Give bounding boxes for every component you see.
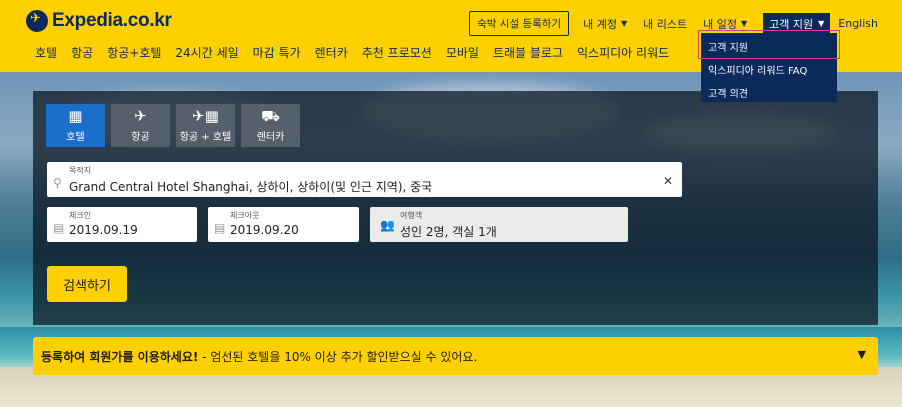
tab-label: 항공 (131, 131, 150, 143)
destination-input[interactable]: Grand Central Hotel Shanghai, 상하이, 상하이(및… (69, 178, 432, 195)
tab-label: 항공 + 호텔 (179, 131, 232, 143)
map-pin-icon: ⚲ (53, 176, 62, 190)
nav-item-mobile[interactable]: 모바일 (446, 44, 479, 61)
customer-support-label: 고객 지원 (769, 17, 814, 31)
nav-item-last-minute[interactable]: 마감 특가 (253, 44, 301, 61)
tab-flight-hotel[interactable]: ✈▦ 항공 + 호텔 (176, 104, 235, 147)
checkin-field[interactable]: ▤ 체크인 2019.09.19 (47, 207, 197, 242)
tab-label: 렌터카 (256, 131, 285, 143)
chevron-down-icon[interactable]: ▼ (858, 348, 866, 361)
calendar-icon: ▤ (53, 221, 65, 235)
language-link[interactable]: English (838, 17, 878, 30)
checkout-field[interactable]: ▤ 체크아웃 2019.09.20 (208, 207, 359, 242)
plane-icon: ✈ (134, 106, 147, 125)
checkout-label: 체크아웃 (230, 211, 260, 220)
promo-text: 등록하여 회원가를 이용하세요! - 엄선된 호텔을 10% 이상 추가 할인받… (41, 348, 477, 365)
nav-item-car-rental[interactable]: 렌터카 (315, 44, 348, 61)
promo-rest-text: - 엄선된 호텔을 10% 이상 추가 할인받으실 수 있어요. (198, 350, 478, 364)
logo-text: Expedia.co.kr (52, 10, 172, 31)
dropdown-item-rewards-faq[interactable]: 익스피디아 리워드 FAQ (701, 56, 837, 79)
travelers-label: 여행객 (400, 211, 423, 220)
search-tabs: ▦ 호텔 ✈ 항공 ✈▦ 항공 + 호텔 ⛟ 렌터카 (46, 104, 300, 147)
main-nav: 호텔 항공 항공+호텔 24시간 세일 마감 특가 렌터카 추천 프로모션 모바… (35, 44, 669, 61)
customer-support-menu-button[interactable]: 고객 지원 ▼ (763, 12, 831, 35)
nav-item-travel-blog[interactable]: 트래블 블로그 (493, 44, 563, 61)
tab-label: 호텔 (66, 131, 85, 143)
member-promo-bar[interactable]: 등록하여 회원가를 이용하세요! - 엄선된 호텔을 10% 이상 추가 할인받… (33, 337, 878, 375)
travelers-select[interactable]: 성인 2명, 객실 1개 (400, 223, 497, 240)
register-property-button[interactable]: 숙박 시설 등록하기 (469, 11, 570, 36)
tab-hotels[interactable]: ▦ 호텔 (46, 104, 105, 147)
checkout-input[interactable]: 2019.09.20 (230, 223, 299, 237)
nav-item-promotions[interactable]: 추천 프로모션 (362, 44, 432, 61)
my-trips-link[interactable]: 내 일정 ▼ (703, 16, 747, 32)
chevron-down-icon: ▼ (818, 19, 825, 28)
nav-item-rewards[interactable]: 익스피디아 리워드 (577, 44, 669, 61)
plane-building-icon: ✈▦ (192, 106, 219, 125)
my-trips-label: 내 일정 (703, 17, 737, 31)
my-list-link[interactable]: 내 리스트 (643, 16, 687, 32)
expedia-logo[interactable]: Expedia.co.kr (26, 10, 172, 32)
customer-support-dropdown: 고객 지원 익스피디아 리워드 FAQ 고객 의견 (698, 30, 840, 102)
nav-item-flights[interactable]: 항공 (71, 44, 93, 61)
destination-field[interactable]: ⚲ 목적지 Grand Central Hotel Shanghai, 상하이,… (47, 162, 682, 197)
my-account-link[interactable]: 내 계정 ▼ (583, 16, 627, 32)
nav-item-24h-sale[interactable]: 24시간 세일 (175, 44, 238, 61)
promo-bold-text: 등록하여 회원가를 이용하세요! (41, 350, 199, 364)
globe-plane-icon (26, 10, 48, 32)
calendar-icon: ▤ (214, 221, 226, 235)
chevron-down-icon: ▼ (620, 19, 628, 28)
dropdown-item-feedback[interactable]: 고객 의견 (701, 79, 837, 102)
travelers-field[interactable]: 👥 여행객 성인 2명, 객실 1개 (370, 207, 628, 242)
dropdown-item-customer-support[interactable]: 고객 지원 (698, 30, 840, 59)
people-icon: 👥 (380, 218, 395, 232)
checkin-label: 체크인 (69, 211, 92, 220)
tab-car-rental[interactable]: ⛟ 렌터카 (241, 104, 300, 147)
chevron-down-icon: ▼ (740, 19, 748, 28)
search-button[interactable]: 검색하기 (47, 266, 127, 302)
my-account-label: 내 계정 (583, 17, 617, 31)
nav-item-flight-hotel[interactable]: 항공+호텔 (107, 44, 161, 61)
destination-label: 목적지 (69, 166, 92, 175)
car-icon: ⛟ (261, 106, 280, 125)
search-panel: ▦ 호텔 ✈ 항공 ✈▦ 항공 + 호텔 ⛟ 렌터카 ⚲ 목적지 Grand C… (33, 91, 878, 325)
clear-icon[interactable]: ✕ (663, 174, 673, 188)
nav-item-hotels[interactable]: 호텔 (35, 44, 57, 61)
building-icon: ▦ (68, 106, 83, 125)
checkin-input[interactable]: 2019.09.19 (69, 223, 138, 237)
tab-flights[interactable]: ✈ 항공 (111, 104, 170, 147)
